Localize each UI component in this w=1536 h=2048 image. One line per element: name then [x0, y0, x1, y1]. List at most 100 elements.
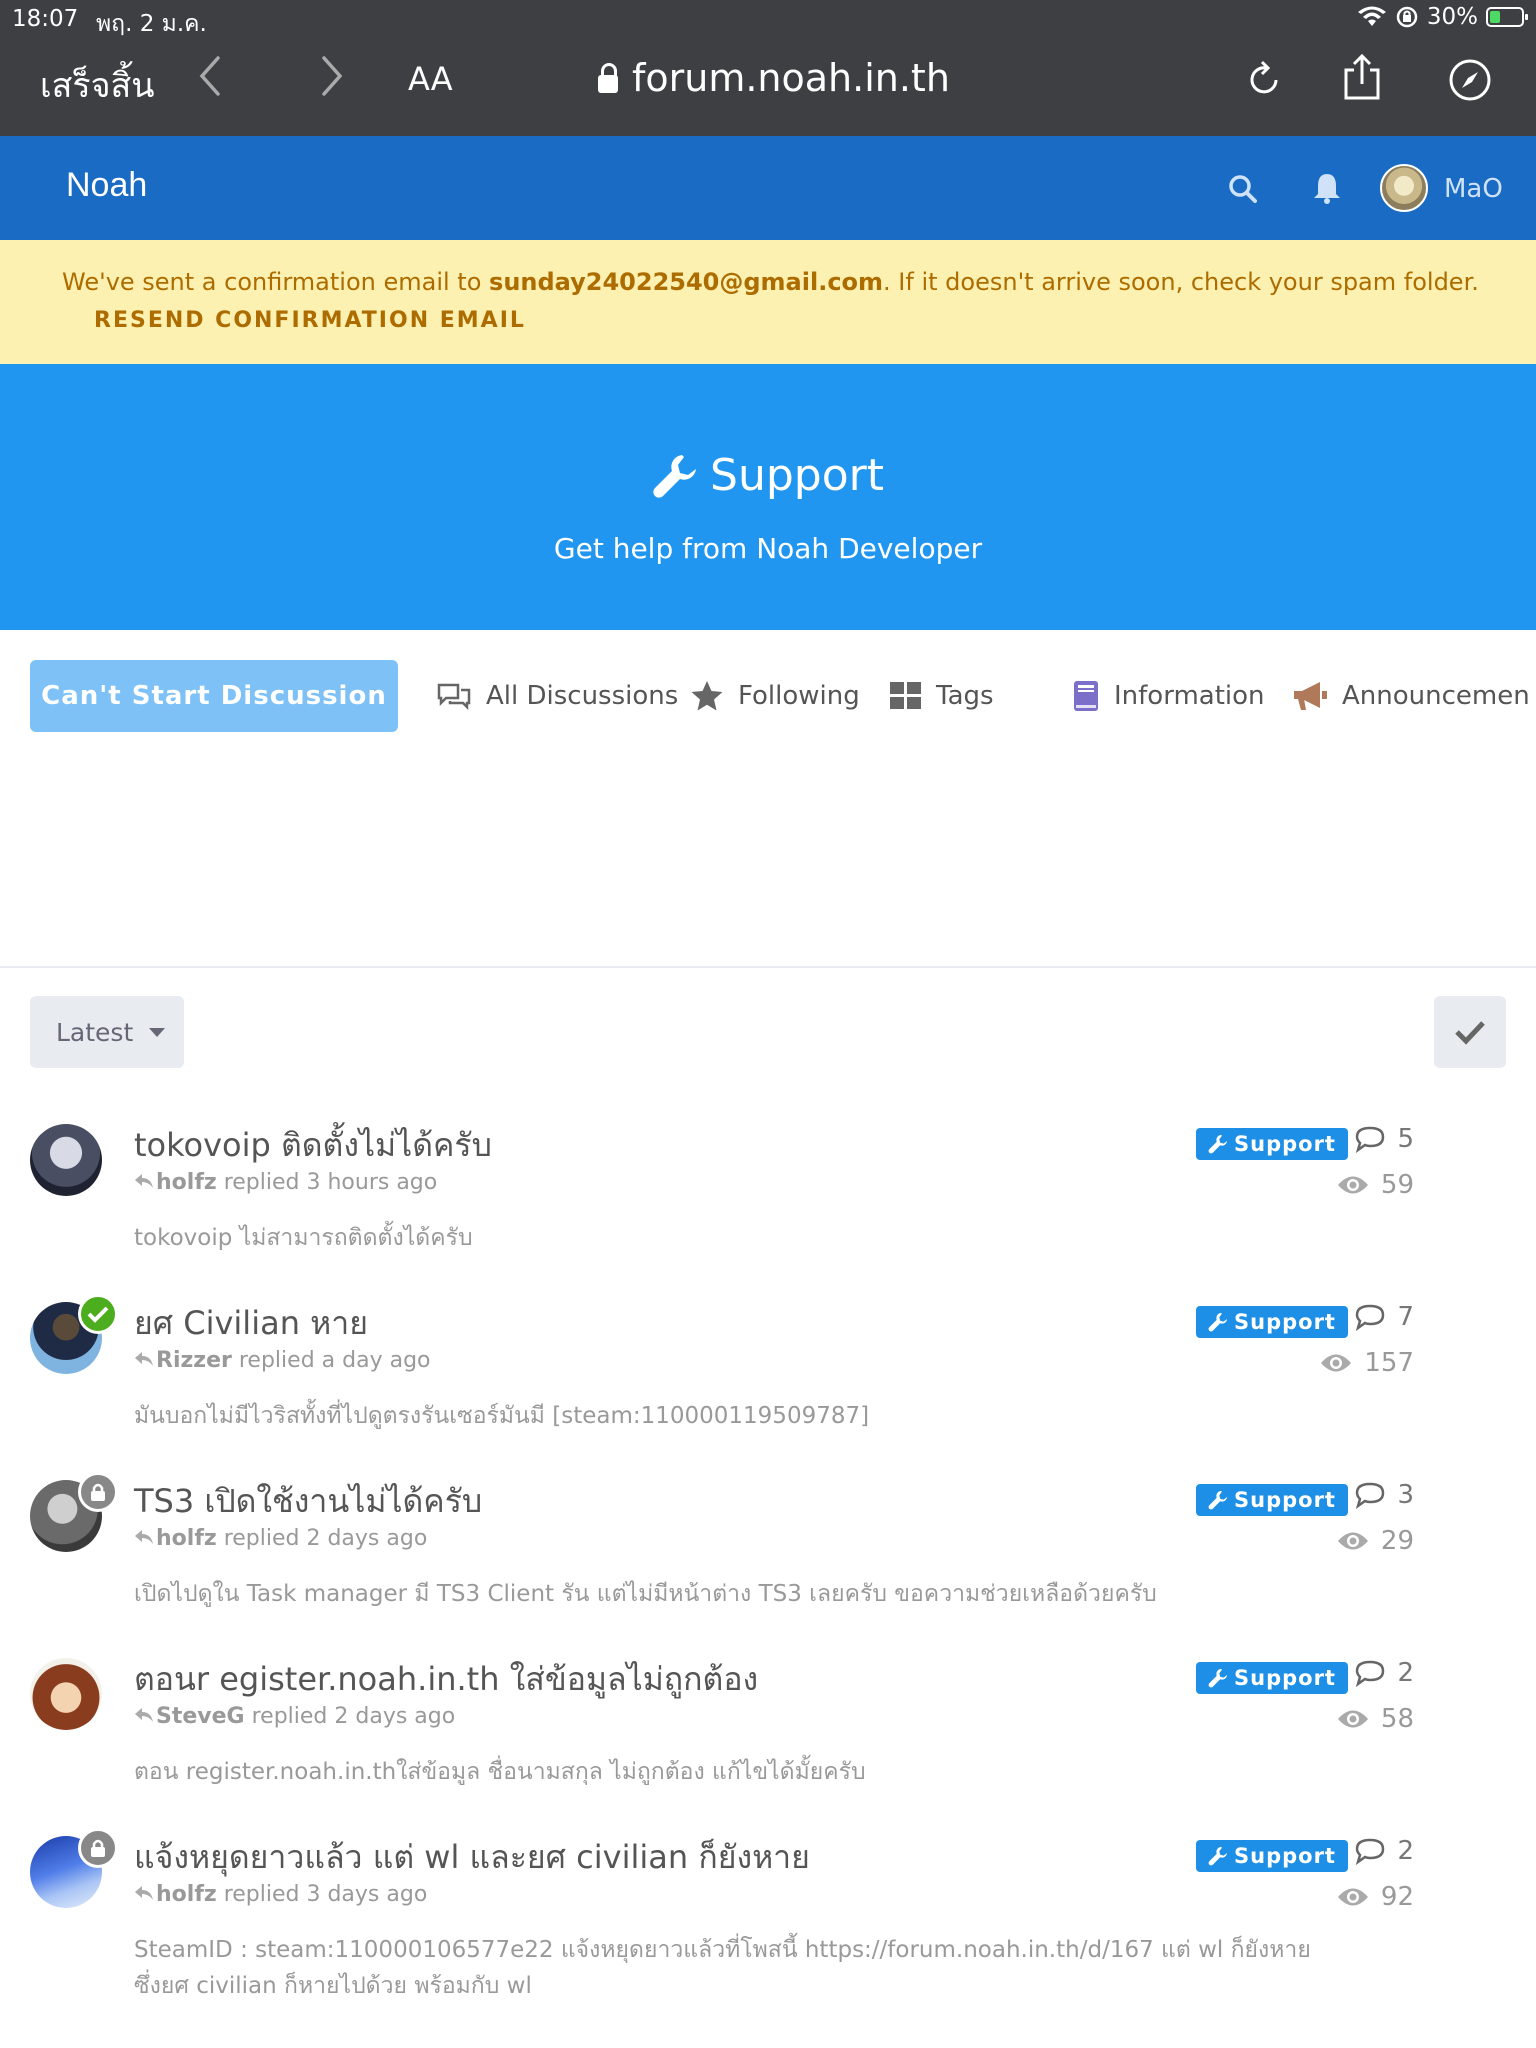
- search-icon[interactable]: [1228, 174, 1258, 204]
- discussion-meta: holfz replied 3 hours ago: [134, 1170, 437, 1195]
- discussion-meta: holfz replied 2 days ago: [134, 1526, 427, 1551]
- wrench-icon: [1208, 1668, 1228, 1688]
- reply-icon: [135, 1708, 153, 1722]
- tag-text: Support: [1234, 1310, 1336, 1334]
- compass-icon[interactable]: [1448, 58, 1492, 102]
- eye-icon: [1337, 1710, 1368, 1728]
- nav-label: Tags: [936, 681, 994, 711]
- resend-confirmation-button[interactable]: RESEND CONFIRMATION EMAIL: [94, 308, 526, 333]
- eye-icon: [1321, 1354, 1352, 1372]
- confirmation-alert: We've sent a confirmation email to sunda…: [0, 240, 1536, 364]
- view-count: 59: [1337, 1170, 1414, 1200]
- address-bar[interactable]: forum.noah.in.th: [598, 56, 950, 100]
- reply-number: 5: [1397, 1124, 1414, 1154]
- tag-text: Support: [1234, 1132, 1336, 1156]
- user-avatar[interactable]: [1380, 164, 1428, 212]
- wrench-icon: [653, 454, 697, 498]
- comment-icon: [1356, 1126, 1385, 1153]
- discussion-title[interactable]: ตอนr egister.noah.in.th ใส่ข้อมูลไม่ถูกต…: [134, 1654, 758, 1705]
- reply-time: replied 3 hours ago: [216, 1170, 438, 1195]
- discussion-title[interactable]: แจ้งหยุดยาวแล้ว แต่ wl และยศ civilian ก็…: [134, 1832, 810, 1883]
- tag-text: Support: [1234, 1666, 1336, 1690]
- reply-count: 3: [1355, 1480, 1414, 1510]
- star-icon: [691, 681, 723, 711]
- locked-badge-icon: [78, 1472, 118, 1512]
- discussion-title[interactable]: TS3 เปิดใช้งานไม่ได้ครับ: [134, 1476, 482, 1527]
- last-poster[interactable]: holfz: [156, 1170, 217, 1195]
- battery-icon: [1486, 7, 1528, 27]
- comments-icon: [437, 683, 471, 711]
- back-icon[interactable]: [196, 54, 222, 98]
- reply-time: replied 3 days ago: [216, 1882, 428, 1907]
- tag-label[interactable]: Support: [1196, 1840, 1348, 1872]
- wifi-icon: [1357, 6, 1386, 26]
- eye-icon: [1337, 1532, 1368, 1550]
- view-count: 58: [1337, 1704, 1414, 1734]
- book-icon: [1074, 681, 1098, 711]
- last-poster[interactable]: holfz: [156, 1882, 217, 1907]
- sort-dropdown[interactable]: Latest: [30, 996, 184, 1068]
- wrench-icon: [1208, 1846, 1228, 1866]
- view-number: 92: [1380, 1882, 1414, 1912]
- reply-time: replied 2 days ago: [216, 1526, 428, 1551]
- alert-message: We've sent a confirmation email to sunda…: [62, 268, 1479, 296]
- discussion-excerpt: tokovoip ไม่สามารถติดตั้งได้ครับ: [134, 1225, 473, 1251]
- nav-label: Information: [1114, 681, 1265, 711]
- tag-label[interactable]: Support: [1196, 1484, 1348, 1516]
- discussion-excerpt: มันบอกไม่มีไวริสทั้งที่ไปดูตรงรันเซอร์มั…: [134, 1403, 870, 1429]
- alert-prefix: We've sent a confirmation email to: [62, 268, 490, 296]
- tag-label[interactable]: Support: [1196, 1662, 1348, 1694]
- start-discussion-button[interactable]: Can't Start Discussion: [30, 660, 398, 732]
- view-count: 92: [1337, 1882, 1414, 1912]
- tag-text: Support: [1234, 1488, 1336, 1512]
- last-poster[interactable]: holfz: [156, 1526, 217, 1551]
- author-avatar[interactable]: [30, 1124, 102, 1196]
- status-date: พฤ. 2 ม.ค.: [96, 11, 207, 37]
- tag-label[interactable]: Support: [1196, 1128, 1348, 1160]
- reply-icon: [135, 1886, 153, 1900]
- author-avatar[interactable]: [30, 1658, 102, 1730]
- nav-all-discussions[interactable]: All Discussions: [436, 676, 678, 716]
- alert-suffix: . If it doesn't arrive soon, check your …: [883, 268, 1479, 296]
- nav-information[interactable]: Information: [1072, 676, 1265, 716]
- reply-icon: [135, 1530, 153, 1544]
- lock-icon: [598, 63, 618, 93]
- solved-badge-icon: [78, 1294, 118, 1334]
- discussion-meta: holfz replied 3 days ago: [134, 1882, 427, 1907]
- alert-email: sunday24022540@gmail.com: [489, 268, 884, 296]
- wrench-icon: [1208, 1134, 1228, 1154]
- done-button[interactable]: เสร็จสิ้น: [40, 58, 155, 112]
- discussion-title[interactable]: tokovoip ติดตั้งไม่ได้ครับ: [134, 1120, 492, 1171]
- locked-badge-icon: [78, 1828, 118, 1868]
- megaphone-icon: [1294, 682, 1327, 710]
- view-number: 29: [1380, 1526, 1414, 1556]
- bell-icon[interactable]: [1312, 172, 1342, 204]
- status-time: 18:07: [12, 6, 79, 32]
- discussion-excerpt: SteamID : steam:110000106577e22 แจ้งหยุด…: [134, 1937, 1311, 1999]
- reply-count: 2: [1355, 1658, 1414, 1688]
- nav-following[interactable]: Following: [690, 676, 860, 716]
- discussion-meta: Rizzer replied a day ago: [134, 1348, 431, 1373]
- nav-tags[interactable]: Tags: [890, 676, 994, 716]
- reply-number: 2: [1397, 1836, 1414, 1866]
- discussion-title[interactable]: ยศ Civilian หาย: [134, 1298, 368, 1349]
- forward-icon[interactable]: [320, 54, 346, 98]
- nav-announcements[interactable]: Announcemen: [1292, 676, 1530, 716]
- last-poster[interactable]: SteveG: [156, 1704, 245, 1729]
- sort-label: Latest: [56, 1017, 134, 1047]
- discussion-excerpt: เปิดไปดูใน Task manager มี TS3 Client รั…: [134, 1581, 1157, 1607]
- tag-label[interactable]: Support: [1196, 1306, 1348, 1338]
- reply-number: 7: [1397, 1302, 1414, 1332]
- last-poster[interactable]: Rizzer: [156, 1348, 232, 1373]
- share-icon[interactable]: [1340, 54, 1384, 102]
- hero-title: Support: [0, 450, 1536, 501]
- forum-header: Noah MaO: [0, 136, 1536, 240]
- reply-count: 5: [1355, 1124, 1414, 1154]
- reload-icon[interactable]: [1246, 58, 1282, 98]
- url-text: forum.noah.in.th: [632, 56, 950, 100]
- username[interactable]: MaO: [1444, 174, 1503, 204]
- mark-all-read-button[interactable]: [1434, 996, 1506, 1068]
- reply-number: 3: [1397, 1480, 1414, 1510]
- text-size-button[interactable]: AA: [408, 60, 453, 98]
- brand-logo[interactable]: Noah: [66, 166, 147, 205]
